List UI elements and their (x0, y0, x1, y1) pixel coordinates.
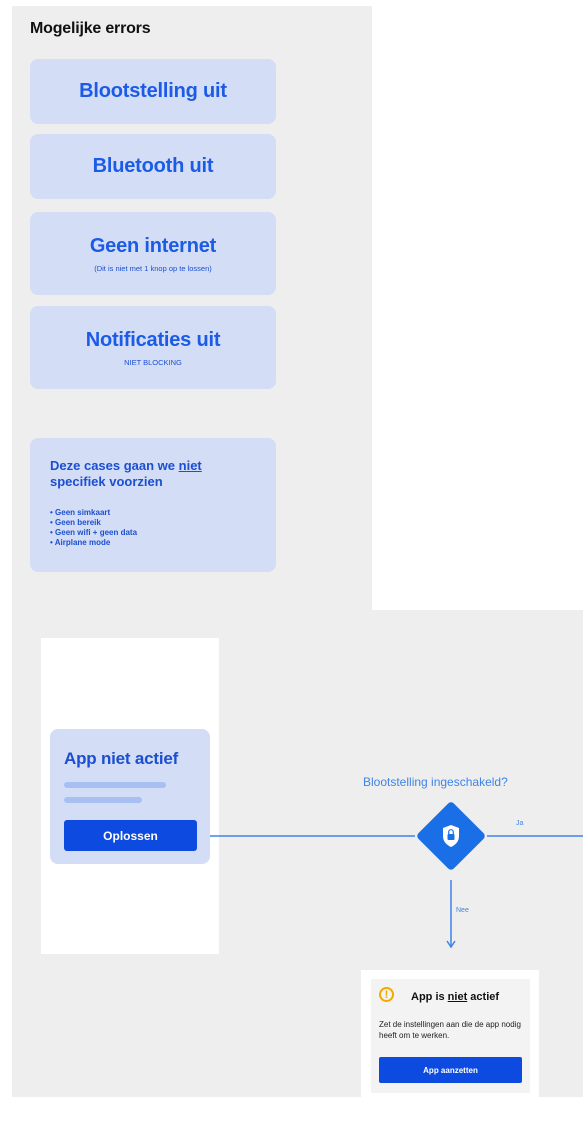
notice-title: App is niet actief (411, 991, 499, 1003)
decision-question: Blootstelling ingeschakeld? (363, 775, 508, 789)
app-card-title: App niet actief (64, 749, 179, 768)
yes-label: Ja (516, 820, 524, 827)
placeholder-line (64, 782, 166, 788)
app-inactive-card: App niet actief Oplossen (50, 729, 210, 864)
placeholder-line (64, 797, 142, 803)
app-inactive-notice: ! App is niet actief Zet de instellingen… (371, 979, 530, 1093)
warning-icon: ! (379, 987, 394, 1002)
flow-diagram (196, 802, 583, 949)
app-aanzetten-button[interactable]: App aanzetten (379, 1057, 522, 1083)
notice-title-part: actief (467, 991, 500, 1003)
notice-title-emphasis: niet (447, 991, 468, 1003)
notice-description: Zet de instellingen aan die de app nodig… (379, 1020, 521, 1040)
no-label: Nee (456, 907, 469, 914)
notice-title-part: App is (411, 991, 448, 1003)
oplossen-button[interactable]: Oplossen (64, 820, 197, 851)
